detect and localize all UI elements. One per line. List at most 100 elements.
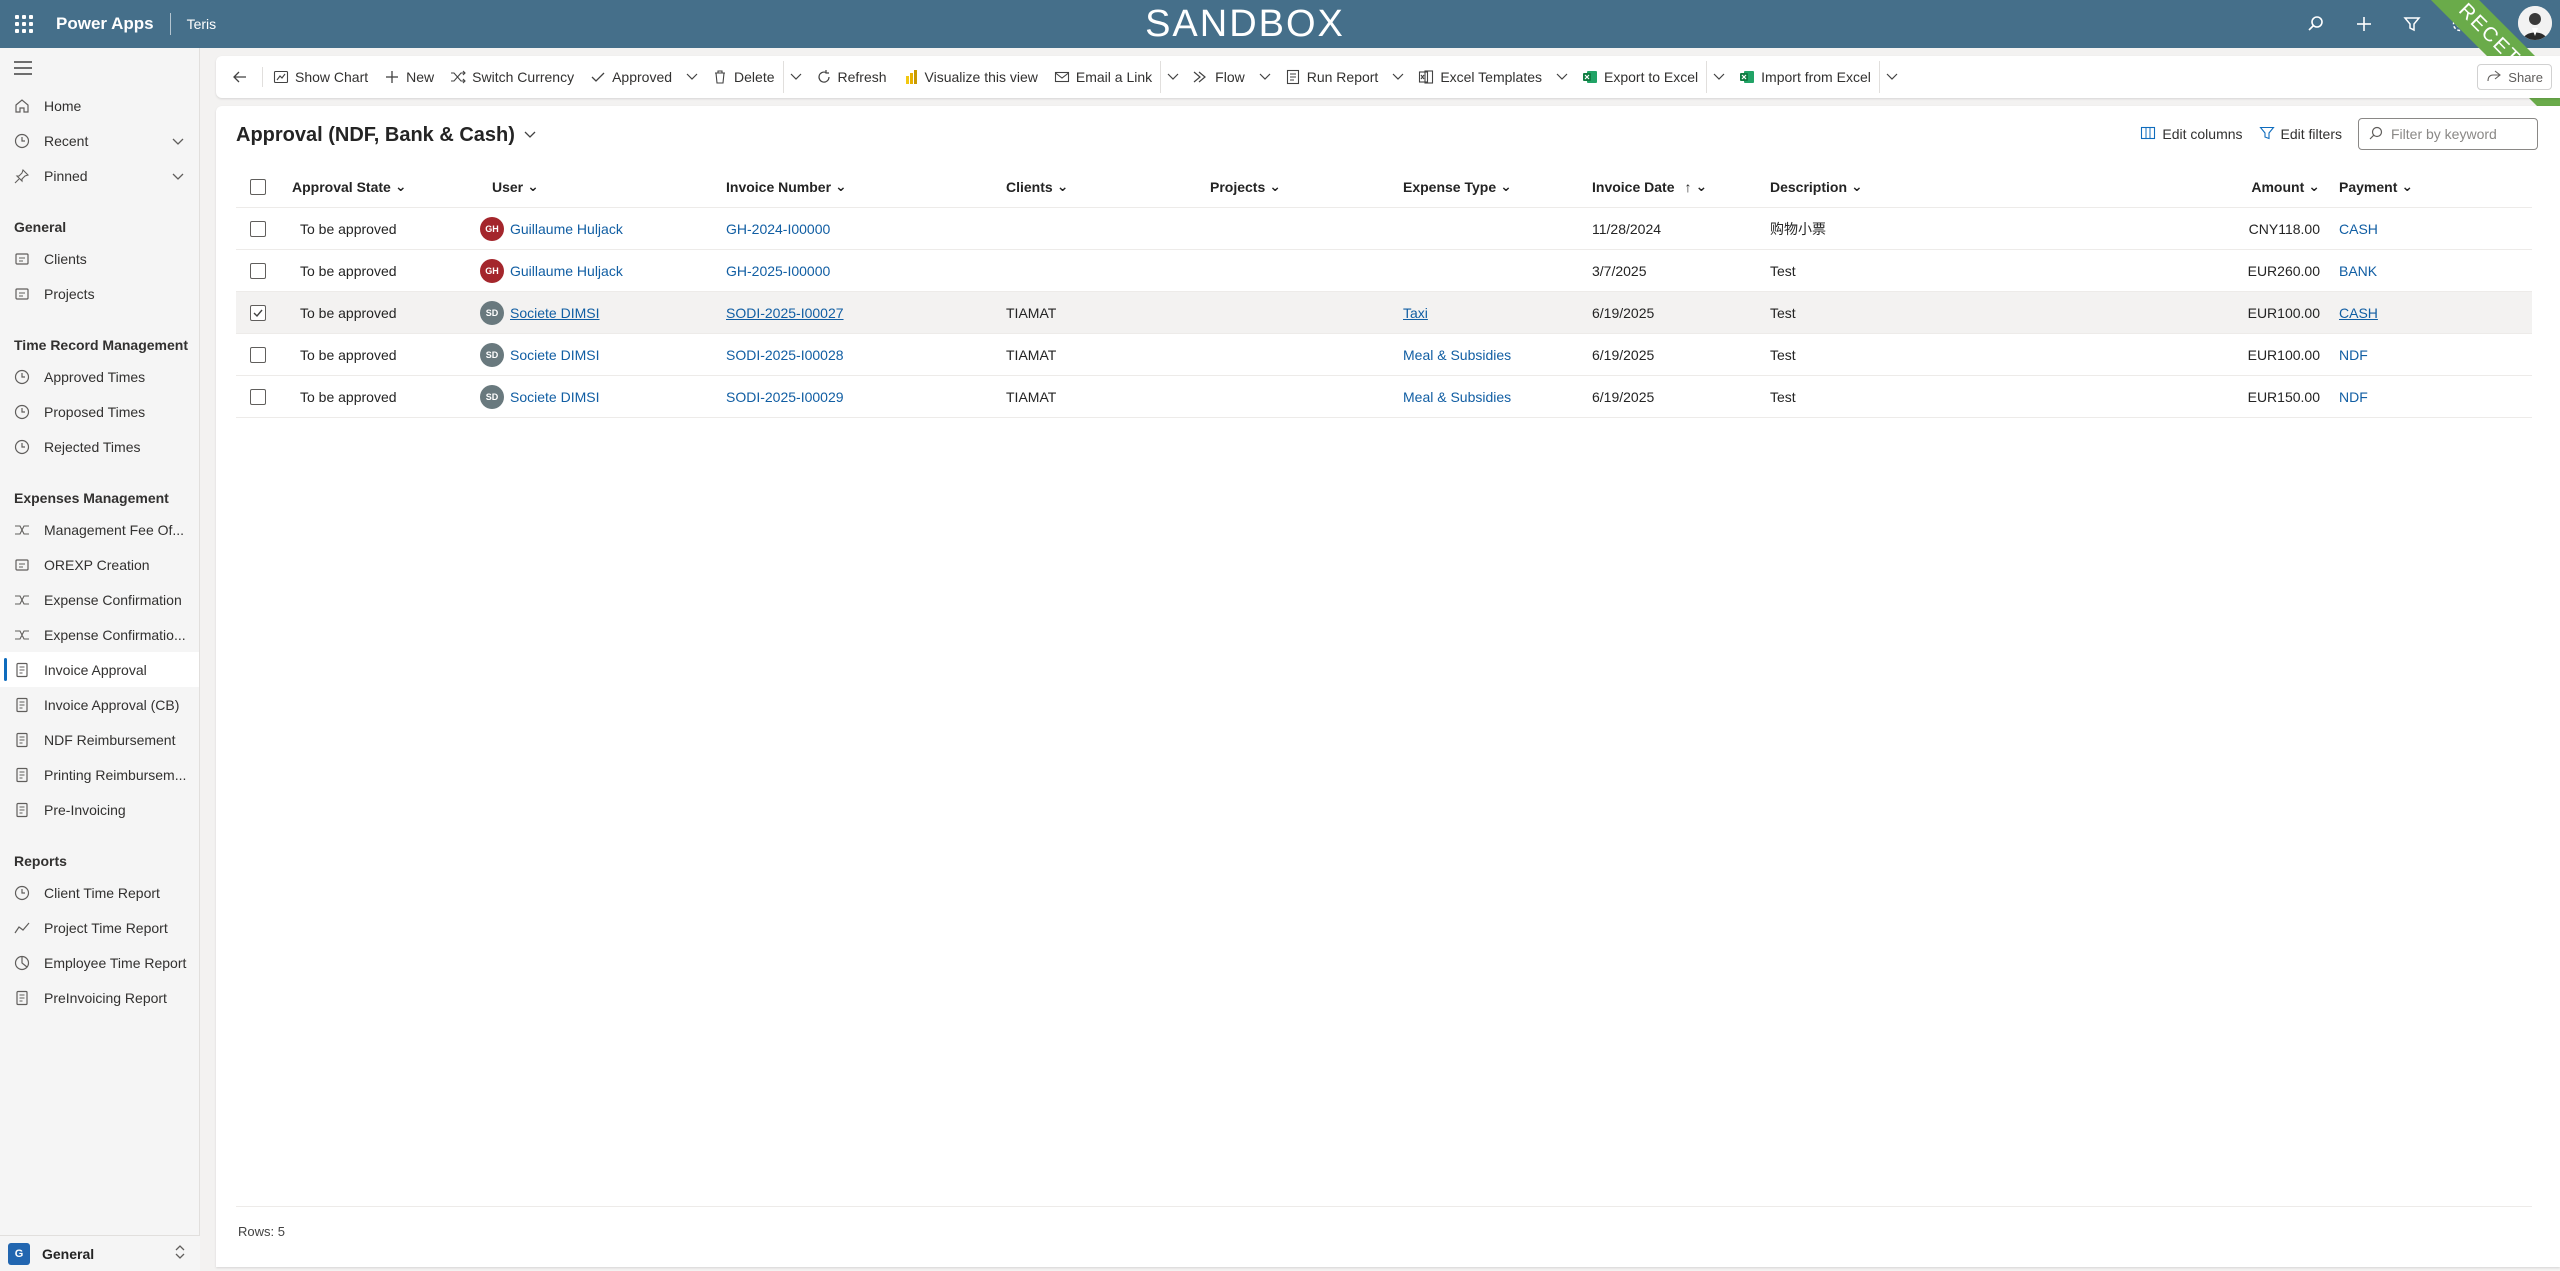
column-header-amount[interactable]: Amount ⌄ bbox=[2251, 166, 2320, 207]
sidebar-item-management-fee[interactable]: Management Fee Of... bbox=[0, 512, 199, 547]
sidebar-item-clients[interactable]: Clients bbox=[0, 241, 199, 276]
delete-button[interactable]: Delete bbox=[704, 61, 782, 93]
expense-type-link[interactable]: Meal & Subsidies bbox=[1403, 347, 1511, 363]
row-checkbox[interactable] bbox=[250, 388, 266, 405]
approved-dropdown[interactable] bbox=[680, 61, 704, 93]
sidebar-item-invoice-approval[interactable]: Invoice Approval bbox=[0, 652, 199, 687]
environment-name[interactable]: Teris bbox=[187, 16, 217, 32]
email-dropdown[interactable] bbox=[1160, 61, 1185, 93]
sidebar-item-proposed-times[interactable]: Proposed Times bbox=[0, 394, 199, 429]
filter-icon[interactable] bbox=[2400, 12, 2424, 36]
sidebar-item-recent[interactable]: Recent bbox=[0, 123, 199, 158]
payment-link[interactable]: NDF bbox=[2339, 389, 2368, 405]
edit-filters-button[interactable]: Edit filters bbox=[2258, 125, 2342, 144]
row-checkbox[interactable] bbox=[250, 346, 266, 363]
user-cell[interactable]: SD Societe DIMSI bbox=[480, 292, 599, 333]
invoice-number-link[interactable]: SODI-2025-I00027 bbox=[726, 305, 844, 321]
sidebar-item-ndf-reimbursement[interactable]: NDF Reimbursement bbox=[0, 722, 199, 757]
invoice-number-link[interactable]: GH-2024-I00000 bbox=[726, 221, 830, 237]
app-name[interactable]: Power Apps bbox=[56, 13, 171, 35]
sidebar-item-preinvoicing-report[interactable]: PreInvoicing Report bbox=[0, 980, 199, 1015]
user-cell[interactable]: SD Societe DIMSI bbox=[480, 334, 599, 375]
table-row[interactable]: To be approved SD Societe DIMSI SODI-2025-I… bbox=[236, 376, 2532, 418]
table-row[interactable]: To be approved GH Guillaume Huljack GH-2024… bbox=[236, 208, 2532, 250]
show-chart-button[interactable]: Show Chart bbox=[265, 61, 376, 93]
import-dropdown[interactable] bbox=[1878, 61, 1904, 93]
sidebar-item-pinned[interactable]: Pinned bbox=[0, 158, 199, 193]
column-header-invoice-number[interactable]: Invoice Number ⌄ bbox=[726, 166, 847, 207]
sidebar-item-rejected-times[interactable]: Rejected Times bbox=[0, 429, 199, 464]
user-link[interactable]: Societe DIMSI bbox=[510, 347, 599, 363]
app-launcher-button[interactable] bbox=[0, 0, 48, 48]
sidebar-item-home[interactable]: Home bbox=[0, 88, 199, 123]
new-button[interactable]: New bbox=[376, 61, 442, 93]
row-checkbox[interactable] bbox=[250, 304, 266, 321]
excel-templates-button[interactable]: Excel Templates bbox=[1410, 61, 1550, 93]
column-header-expense-type[interactable]: Expense Type ⌄ bbox=[1403, 166, 1512, 207]
user-cell[interactable]: SD Societe DIMSI bbox=[480, 376, 599, 417]
user-avatar[interactable] bbox=[2518, 6, 2552, 40]
user-link[interactable]: Guillaume Huljack bbox=[510, 263, 623, 279]
select-all-checkbox[interactable] bbox=[250, 178, 266, 195]
table-row[interactable]: To be approved GH Guillaume Huljack GH-2025… bbox=[236, 250, 2532, 292]
column-header-description[interactable]: Description ⌄ bbox=[1770, 166, 1863, 207]
user-link[interactable]: Societe DIMSI bbox=[510, 305, 599, 321]
table-row[interactable]: To be approved SD Societe DIMSI SODI-2025-I… bbox=[236, 334, 2532, 376]
sidebar-item-employee-time-report[interactable]: Employee Time Report bbox=[0, 945, 199, 980]
column-header-projects[interactable]: Projects ⌄ bbox=[1210, 166, 1281, 207]
refresh-button[interactable]: Refresh bbox=[808, 61, 895, 93]
back-button[interactable] bbox=[224, 61, 256, 93]
visualize-view-button[interactable]: Visualize this view bbox=[895, 61, 1046, 93]
switch-currency-button[interactable]: Switch Currency bbox=[442, 61, 582, 93]
sidebar-item-pre-invoicing[interactable]: Pre-Invoicing bbox=[0, 792, 199, 827]
export-dropdown[interactable] bbox=[1706, 61, 1731, 93]
column-header-invoice-date[interactable]: Invoice Date ↑ ⌄ bbox=[1592, 166, 1707, 207]
user-cell[interactable]: GH Guillaume Huljack bbox=[480, 250, 623, 291]
sidebar-item-project-time-report[interactable]: Project Time Report bbox=[0, 910, 199, 945]
view-selector[interactable]: Approval (NDF, Bank & Cash) bbox=[236, 124, 537, 147]
sidebar-item-client-time-report[interactable]: Client Time Report bbox=[0, 875, 199, 910]
user-cell[interactable]: GH Guillaume Huljack bbox=[480, 208, 623, 249]
flow-dropdown[interactable] bbox=[1253, 61, 1277, 93]
sidebar-item-expense-confirmation[interactable]: Expense Confirmation bbox=[0, 582, 199, 617]
payment-link[interactable]: BANK bbox=[2339, 263, 2377, 279]
user-link[interactable]: Guillaume Huljack bbox=[510, 221, 623, 237]
column-header-user[interactable]: User ⌄ bbox=[492, 166, 539, 207]
email-link-button[interactable]: Email a Link bbox=[1046, 61, 1160, 93]
user-link[interactable]: Societe DIMSI bbox=[510, 389, 599, 405]
sidebar-item-invoice-approval-cb[interactable]: Invoice Approval (CB) bbox=[0, 687, 199, 722]
export-excel-button[interactable]: Export to Excel bbox=[1574, 61, 1706, 93]
keyword-filter-field[interactable] bbox=[2358, 118, 2538, 150]
more-dropdown[interactable] bbox=[782, 61, 808, 93]
payment-link[interactable]: CASH bbox=[2339, 305, 2378, 321]
sidebar-item-printing-reimbursement[interactable]: Printing Reimbursem... bbox=[0, 757, 199, 792]
payment-link[interactable]: CASH bbox=[2339, 221, 2378, 237]
keyword-filter-input[interactable] bbox=[2391, 126, 2521, 142]
run-report-button[interactable]: Run Report bbox=[1277, 61, 1387, 93]
import-excel-button[interactable]: Import from Excel bbox=[1731, 61, 1879, 93]
nav-toggle-button[interactable] bbox=[0, 48, 199, 88]
column-header-payment[interactable]: Payment ⌄ bbox=[2339, 166, 2413, 207]
row-checkbox[interactable] bbox=[250, 220, 266, 237]
invoice-number-link[interactable]: GH-2025-I00000 bbox=[726, 263, 830, 279]
share-button[interactable]: Share bbox=[2477, 64, 2552, 90]
column-header-approval-state[interactable]: Approval State ⌄ bbox=[292, 166, 407, 207]
table-row[interactable]: To be approved SD Societe DIMSI SODI-2025-I… bbox=[236, 292, 2532, 334]
invoice-number-link[interactable]: SODI-2025-I00028 bbox=[726, 347, 844, 363]
row-checkbox[interactable] bbox=[250, 262, 266, 279]
edit-columns-button[interactable]: Edit columns bbox=[2140, 125, 2243, 144]
chevron-down-icon[interactable] bbox=[171, 134, 185, 151]
sidebar-item-orexp-creation[interactable]: OREXP Creation bbox=[0, 547, 199, 582]
payment-link[interactable]: NDF bbox=[2339, 347, 2368, 363]
expense-type-link[interactable]: Meal & Subsidies bbox=[1403, 389, 1511, 405]
sidebar-item-approved-times[interactable]: Approved Times bbox=[0, 359, 199, 394]
run-report-dropdown[interactable] bbox=[1386, 61, 1410, 93]
sidebar-item-projects[interactable]: Projects bbox=[0, 276, 199, 311]
excel-templates-dropdown[interactable] bbox=[1550, 61, 1574, 93]
plus-icon[interactable] bbox=[2352, 12, 2376, 36]
search-icon[interactable] bbox=[2304, 12, 2328, 36]
flow-button[interactable]: Flow bbox=[1185, 61, 1253, 93]
invoice-number-link[interactable]: SODI-2025-I00029 bbox=[726, 389, 844, 405]
approved-button[interactable]: Approved bbox=[582, 61, 680, 93]
chevron-down-icon[interactable] bbox=[171, 169, 185, 186]
